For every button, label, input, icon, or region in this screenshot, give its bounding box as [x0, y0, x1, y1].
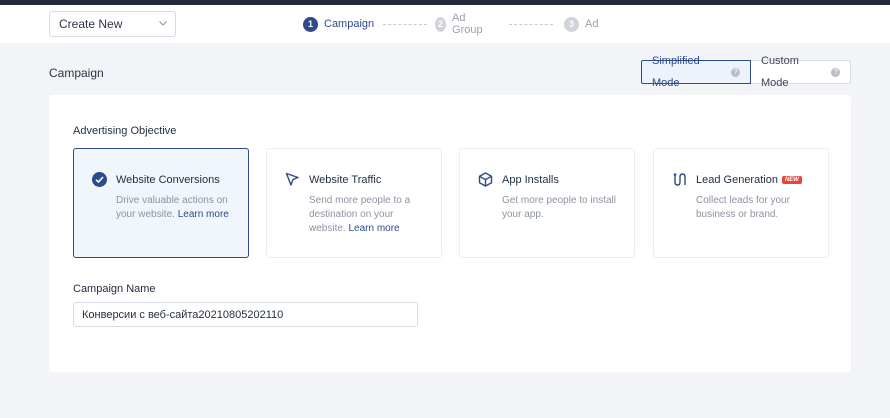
- card-title: Website Conversions: [116, 174, 220, 186]
- step-number: 3: [564, 16, 579, 32]
- step-ad[interactable]: 3 Ad: [564, 16, 598, 32]
- objective-title: Advertising Objective: [73, 125, 177, 137]
- step-label: Ad Group: [452, 12, 483, 36]
- new-badge: NEW: [781, 176, 802, 184]
- card-desc-text: Collect leads for your business or brand…: [696, 195, 790, 220]
- mode-label: Simplified Mode: [652, 55, 700, 89]
- objective-card-app-installs[interactable]: App Installs Get more people to install …: [459, 148, 635, 258]
- cube-icon: [478, 172, 493, 187]
- mode-label: Custom Mode: [761, 55, 799, 89]
- custom-mode-button[interactable]: Custom Mode ?: [751, 55, 851, 89]
- help-icon[interactable]: ?: [731, 67, 740, 77]
- cursor-arrow-icon: [285, 172, 299, 186]
- top-bar: Create New 1 Campaign 2 Ad Group 3 Ad: [0, 5, 890, 43]
- section-title: Campaign: [49, 66, 104, 80]
- step-number: 1: [303, 16, 318, 32]
- step-campaign[interactable]: 1 Campaign: [303, 16, 374, 32]
- step-label: Ad: [585, 18, 599, 30]
- campaign-name-label: Campaign Name: [73, 283, 156, 295]
- card-title: App Installs: [502, 174, 559, 186]
- card-title-text: Lead Generation: [696, 174, 778, 186]
- step-number: 2: [435, 16, 447, 32]
- step-connector: [509, 24, 553, 25]
- card-description: Drive valuable actions on your website. …: [116, 194, 236, 222]
- campaign-panel: Advertising Objective Website Conversion…: [49, 95, 851, 372]
- create-new-select[interactable]: Create New: [49, 11, 176, 37]
- simplified-mode-button[interactable]: Simplified Mode ?: [641, 55, 751, 89]
- step-label: Campaign: [324, 18, 375, 30]
- objective-card-lead-generation[interactable]: Lead Generation NEW Collect leads for you…: [653, 148, 829, 258]
- chevron-down-icon: [159, 21, 167, 26]
- step-connector: [383, 24, 427, 25]
- create-new-value: Create New: [59, 17, 123, 31]
- card-description: Get more people to install your app.: [502, 194, 622, 222]
- check-circle-icon: [92, 172, 107, 187]
- objective-card-website-traffic[interactable]: Website Traffic Send more people to a de…: [266, 148, 442, 258]
- card-title: Lead Generation NEW: [696, 174, 802, 186]
- lead-funnel-icon: [673, 173, 686, 186]
- card-desc-text: Get more people to install your app.: [502, 195, 616, 220]
- card-description: Collect leads for your business or brand…: [696, 194, 816, 222]
- card-description: Send more people to a destination on you…: [309, 194, 429, 236]
- learn-more-link[interactable]: Learn more: [348, 223, 399, 234]
- campaign-name-input[interactable]: [73, 302, 418, 327]
- objective-card-website-conversions[interactable]: Website Conversions Drive valuable actio…: [73, 148, 249, 258]
- mode-toggle: Simplified Mode ? Custom Mode ?: [641, 55, 851, 89]
- help-icon[interactable]: ?: [831, 67, 840, 77]
- step-ad-group[interactable]: 2 Ad Group: [435, 12, 487, 36]
- card-title: Website Traffic: [309, 174, 382, 186]
- learn-more-link[interactable]: Learn more: [178, 209, 229, 220]
